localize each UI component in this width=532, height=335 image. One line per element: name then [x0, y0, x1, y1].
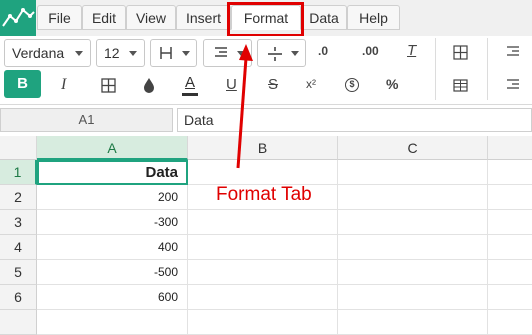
menu-help[interactable]: Help	[347, 5, 400, 30]
text-color-swatch	[182, 93, 198, 96]
borders-icon[interactable]	[453, 45, 468, 60]
bold-button[interactable]: B	[4, 70, 41, 98]
menu-view[interactable]: View	[126, 5, 176, 30]
formula-input[interactable]: Data	[177, 108, 532, 132]
cell-a2[interactable]: 200	[37, 185, 188, 210]
menu-format[interactable]: Format	[231, 5, 301, 30]
chevron-down-icon	[237, 51, 245, 56]
increase-decimal-icon[interactable]: .00	[362, 44, 379, 58]
menu-bar: File Edit View Insert Format Data Help	[0, 0, 532, 37]
cell-c5[interactable]	[338, 260, 488, 285]
row-header-7[interactable]	[0, 310, 37, 335]
cell-d4[interactable]	[488, 235, 532, 260]
font-family-select[interactable]: Verdana	[4, 39, 91, 67]
select-all-corner[interactable]	[0, 136, 37, 160]
chevron-down-icon	[291, 51, 299, 56]
menu-edit[interactable]: Edit	[82, 5, 126, 30]
chevron-down-icon	[182, 51, 190, 56]
align-right-icon	[215, 47, 227, 57]
horizontal-align-button[interactable]	[203, 39, 252, 67]
cell-b3[interactable]	[188, 210, 338, 235]
cell-d6[interactable]	[488, 285, 532, 310]
cell-a7[interactable]	[37, 310, 188, 335]
cell-d2[interactable]	[488, 185, 532, 210]
cell-d7[interactable]	[488, 310, 532, 335]
cell-c4[interactable]	[338, 235, 488, 260]
app-logo[interactable]	[0, 0, 36, 36]
table-icon[interactable]	[453, 79, 468, 92]
format-tab-annotation: Format Tab	[216, 184, 312, 205]
column-header-d[interactable]	[488, 136, 532, 160]
cell-b4[interactable]	[188, 235, 338, 260]
underline-button[interactable]: U	[226, 76, 237, 93]
fill-color-icon[interactable]	[143, 77, 155, 93]
cell-d5[interactable]	[488, 260, 532, 285]
cell-c2[interactable]	[338, 185, 488, 210]
row-header-1[interactable]: 1	[0, 160, 37, 185]
text-color-button[interactable]: A	[182, 74, 198, 96]
toolbar-divider	[487, 38, 488, 100]
strikethrough-button[interactable]: S	[268, 76, 278, 93]
cell-c6[interactable]	[338, 285, 488, 310]
vertical-align-icon	[160, 47, 172, 59]
chevron-down-icon	[129, 51, 137, 56]
divide-icon	[268, 47, 282, 61]
menu-insert[interactable]: Insert	[176, 5, 231, 30]
row-header-6[interactable]: 6	[0, 285, 37, 310]
menu-file[interactable]: File	[37, 5, 82, 30]
cell-b1[interactable]	[188, 160, 338, 185]
outdent-icon[interactable]	[506, 79, 520, 91]
decrease-decimal-icon[interactable]: .0	[318, 44, 328, 58]
menu-data[interactable]: Data	[301, 5, 347, 30]
font-size-select[interactable]: 12	[96, 39, 145, 67]
font-size-value: 12	[104, 45, 120, 61]
cell-b6[interactable]	[188, 285, 338, 310]
column-header-a[interactable]: A	[37, 136, 188, 160]
indent-icon[interactable]	[506, 46, 520, 58]
currency-button[interactable]: $	[345, 78, 359, 92]
row-header-4[interactable]: 4	[0, 235, 37, 260]
logo-chart-icon	[2, 8, 35, 27]
name-box[interactable]: A1	[0, 108, 173, 132]
row-header-5[interactable]: 5	[0, 260, 37, 285]
cell-c1[interactable]	[338, 160, 488, 185]
column-header-b[interactable]: B	[188, 136, 338, 160]
cell-c7[interactable]	[338, 310, 488, 335]
cell-a6[interactable]: 600	[37, 285, 188, 310]
merge-cells-button[interactable]	[257, 39, 306, 67]
font-family-value: Verdana	[12, 45, 65, 61]
row-header-2[interactable]: 2	[0, 185, 37, 210]
italic-button[interactable]: I	[61, 76, 66, 94]
cell-d1[interactable]	[488, 160, 532, 185]
spreadsheet-grid: A B C 1 2 3 4 5 6 Data 200 -300 400 -500…	[0, 136, 532, 335]
cell-a5[interactable]: -500	[37, 260, 188, 285]
cell-a3[interactable]: -300	[37, 210, 188, 235]
clear-format-icon[interactable]: T	[407, 42, 416, 59]
column-header-c[interactable]: C	[338, 136, 488, 160]
percent-button[interactable]: %	[386, 76, 398, 92]
text-color-glyph: A	[184, 74, 195, 91]
row-header-3[interactable]: 3	[0, 210, 37, 235]
cell-b5[interactable]	[188, 260, 338, 285]
table-borders-icon[interactable]	[101, 78, 116, 93]
cell-b7[interactable]	[188, 310, 338, 335]
superscript-button[interactable]: x²	[306, 77, 316, 91]
chevron-down-icon	[75, 51, 83, 56]
toolbar: Verdana 12 .0 .00 T B I A U S x² $ %	[0, 36, 532, 105]
cell-d3[interactable]	[488, 210, 532, 235]
cell-a1[interactable]: Data	[37, 160, 188, 185]
vertical-align-button[interactable]	[150, 39, 197, 67]
cell-a4[interactable]: 400	[37, 235, 188, 260]
cell-c3[interactable]	[338, 210, 488, 235]
toolbar-divider	[435, 38, 436, 100]
